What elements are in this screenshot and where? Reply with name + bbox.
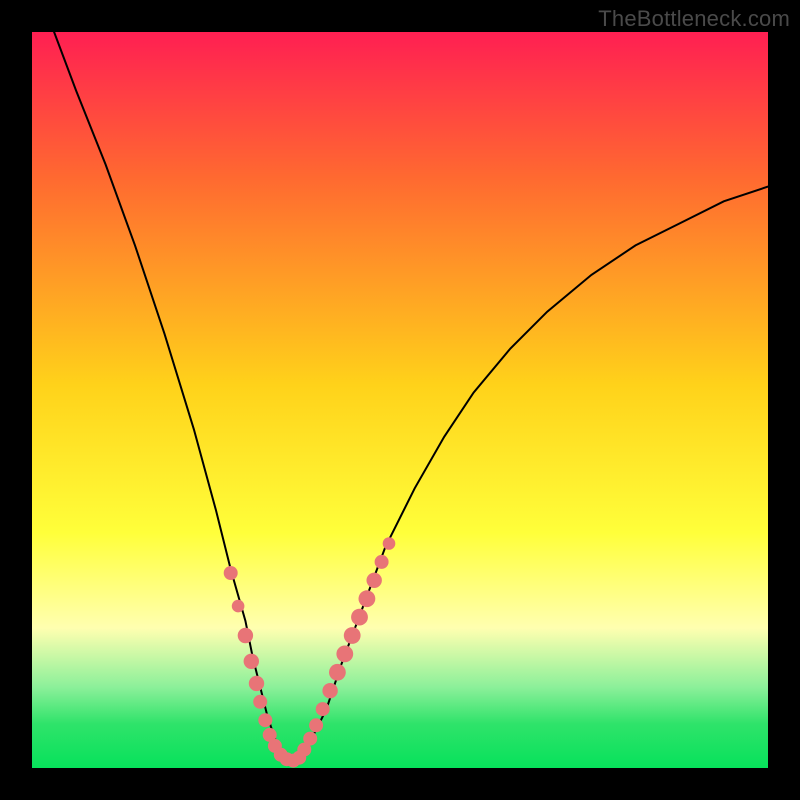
data-marker [322,683,337,698]
data-marker [224,566,238,580]
data-marker [329,664,346,681]
data-marker [316,702,330,716]
data-marker [303,732,317,746]
gradient-background [32,32,768,768]
data-marker [351,609,368,626]
data-marker [375,555,389,569]
data-marker [253,695,267,709]
data-marker [258,713,272,727]
data-marker [336,646,353,663]
watermark-text: TheBottleneck.com [598,6,790,32]
data-marker [383,537,396,550]
data-marker [344,627,361,644]
plot-area [32,32,768,768]
data-marker [359,590,376,607]
data-marker [238,628,253,643]
data-marker [367,573,382,588]
data-marker [232,600,245,613]
data-marker [244,654,259,669]
data-marker [249,676,264,691]
chart-frame: TheBottleneck.com [0,0,800,800]
data-marker [309,718,323,732]
bottleneck-chart [32,32,768,768]
